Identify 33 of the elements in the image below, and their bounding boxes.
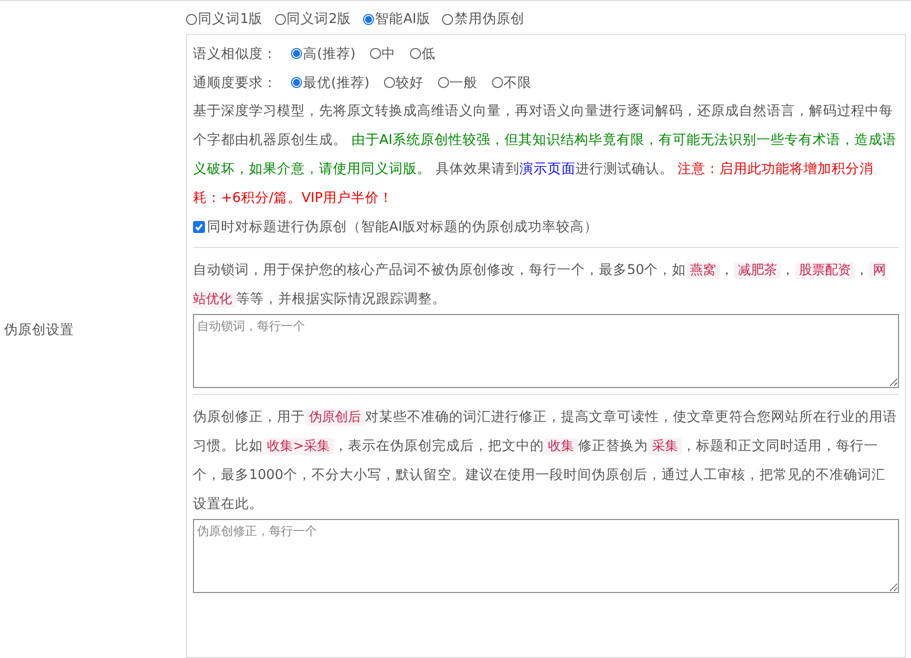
radio-option[interactable]: 一般: [438, 74, 478, 92]
radio-option[interactable]: 同义词2版: [274, 10, 352, 28]
ai-description: 基于深度学习模型，先将原文转换成高维语义向量，再对语义向量进行逐词解码，还原成自然语言，解码过程中每个字都由机器原创生成。 由于AI系统原创性较强，但其知识结构毕竟有限，有可能无法识别一些专有术语，造成语义破坏，如果介意，请使用同义词版。 具体效果请到演示页面进行测试确认。 注意：启用此功能将增加积分消耗：+6积分/篇。VIP用户半价！: [193, 102, 898, 208]
radio-button[interactable]: [291, 48, 302, 59]
similarity-label: 语义相似度：: [193, 44, 277, 62]
radio-option[interactable]: 智能AI版: [363, 10, 430, 28]
correction-description: 伪原创修正，用于 伪原创后 对某些不准确的词汇进行修正，提高文章可读性，使文章更符合您网站所在行业的用语习惯。比如 收集>采集 ，表示在伪原创完成后，把文中的 收集 修正替换为 采集 ，标题和正文同时适用，每行一个，最多1000个，不分大小写，默认留空。建议在使用一段时间伪原创后，通过人工审核，把常见的不准确词汇设置在此。: [193, 408, 898, 514]
title-checkbox[interactable]: 同时对标题进行伪原创（智能AI版对标题的伪原创成功率较高）: [193, 213, 899, 241]
radio-option[interactable]: 禁用伪原创: [442, 10, 524, 28]
radio-button[interactable]: [438, 77, 449, 88]
radio-button[interactable]: [370, 48, 381, 59]
radio-button[interactable]: [442, 14, 454, 24]
radio-option[interactable]: 高(推荐): [291, 44, 356, 62]
checkbox[interactable]: [193, 221, 205, 233]
radio-button[interactable]: [363, 14, 374, 24]
demo-page-link[interactable]: 演示页面: [519, 161, 576, 177]
radio-button[interactable]: [410, 48, 421, 59]
radio-button[interactable]: [186, 14, 197, 24]
settings-label: 伪原创设置: [4, 320, 74, 338]
radio-option[interactable]: 不限: [492, 74, 532, 92]
radio-button[interactable]: [384, 77, 395, 88]
radio-button[interactable]: [274, 14, 286, 24]
radio-option[interactable]: 中: [370, 44, 396, 62]
radio-option[interactable]: 同义词1版: [186, 10, 263, 28]
radio-option[interactable]: 最优(推荐): [291, 74, 370, 92]
radio-button[interactable]: [291, 77, 302, 88]
radio-option[interactable]: 较好: [384, 74, 424, 92]
correction-field[interactable]: 伪原创修正，每行一个: [193, 519, 899, 593]
radio-option[interactable]: 低: [410, 44, 436, 62]
radio-button[interactable]: [492, 77, 503, 88]
fluency-label: 通顺度要求：: [193, 74, 277, 92]
lock-words-field[interactable]: 自动锁词，每行一个: [193, 314, 899, 388]
lock-words-description: 自动锁词，用于保护您的核心产品词不被伪原创修改，每行一个，最多50个，如 燕窝 ， 减肥茶 ， 股票配资 ， 网站优化 等等，并根据实际情况跟踪调整。: [193, 261, 888, 310]
